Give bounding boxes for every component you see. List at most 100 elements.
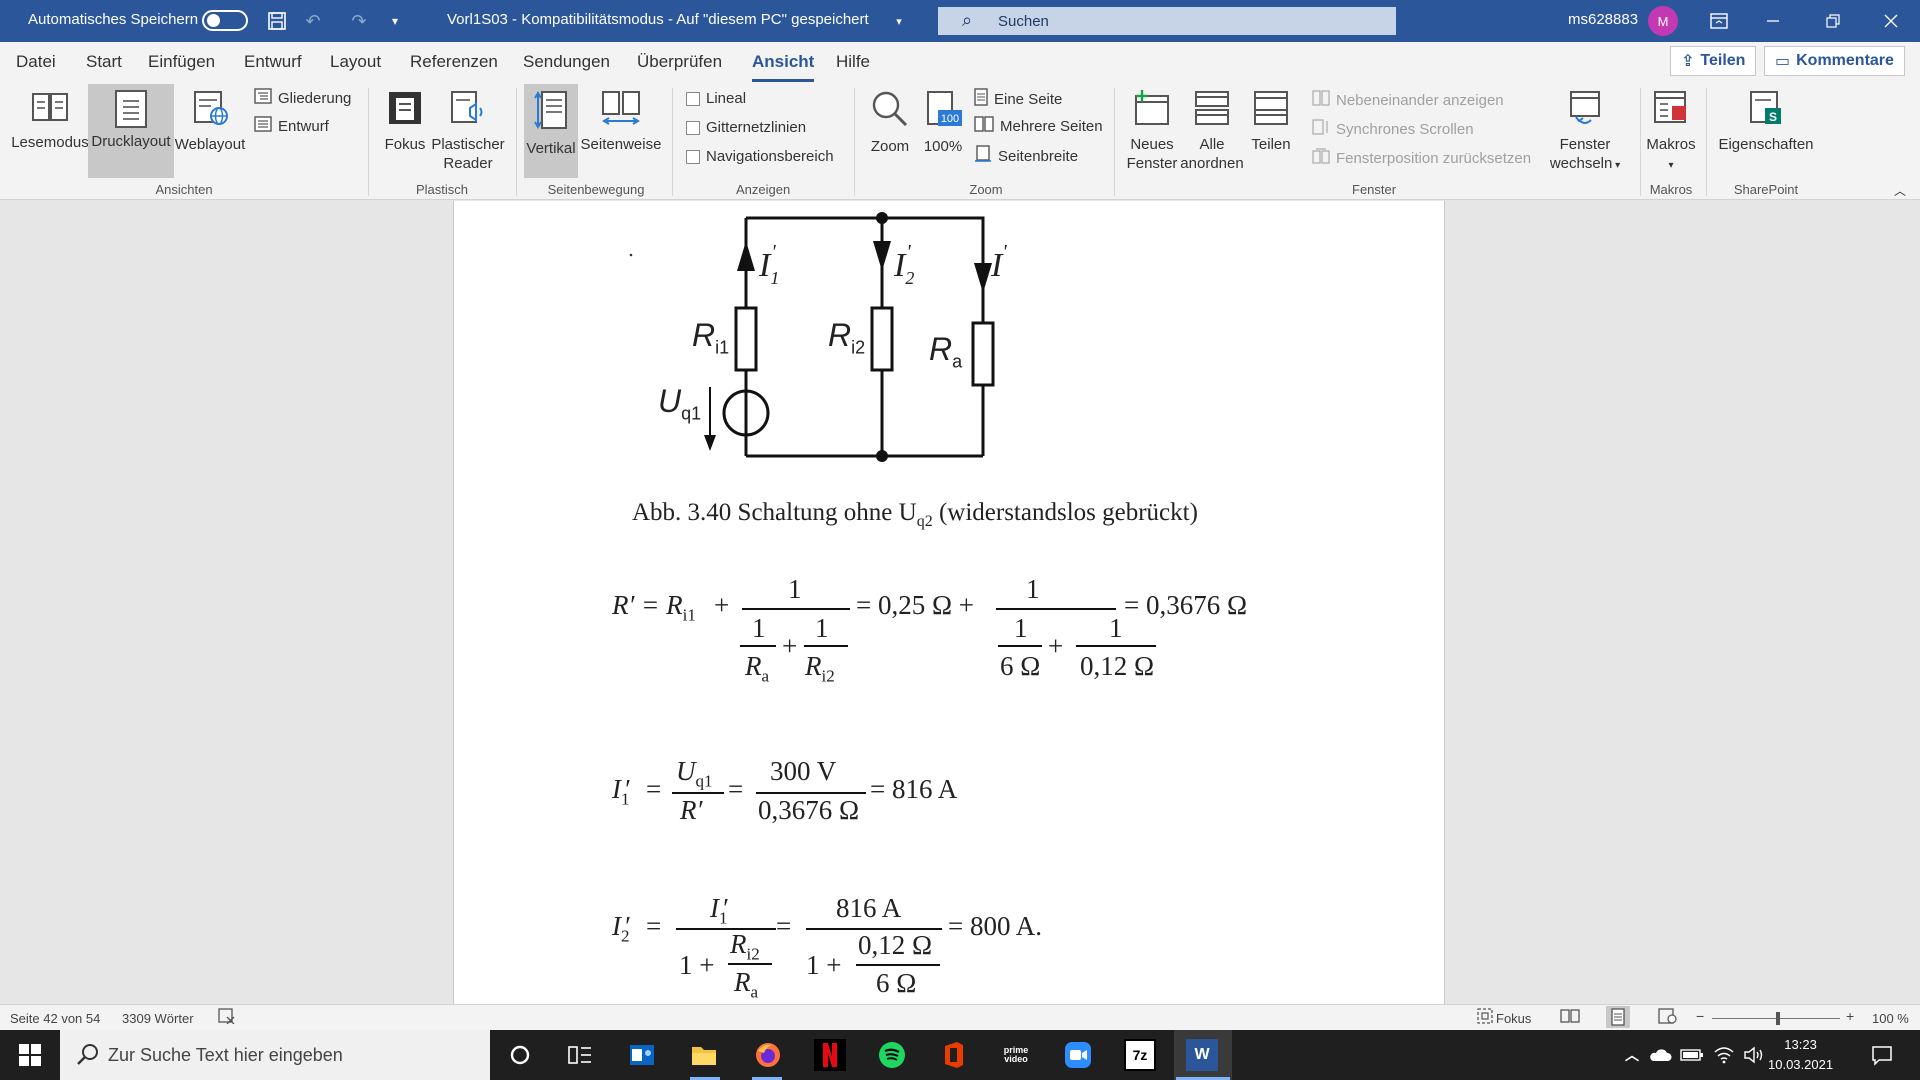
nebeneinander-button[interactable]: Nebeneinander anzeigen [1312,90,1504,110]
tab-ansicht[interactable]: Ansicht [752,52,815,82]
prime-video-icon[interactable]: prime video [1000,1039,1032,1071]
restore-icon[interactable] [1820,8,1846,34]
document-area[interactable]: I1' I2' I' Ri1 Ri2 Ra Uq1 Abb. 3.40 Scha… [0,201,1920,1004]
book-icon [10,90,90,129]
username[interactable]: ms628883 [1568,11,1638,28]
collapse-ribbon-icon[interactable]: ︿ [1894,182,1906,199]
windows-start-icon[interactable] [14,1039,46,1071]
group-plastisch: Plastisch [415,182,469,197]
share-icon: ⇪ [1681,53,1695,70]
neues-fenster-button[interactable]: Neues Fenster [1122,90,1182,173]
onedrive-icon[interactable] [1644,1039,1676,1071]
office-icon[interactable] [938,1039,970,1071]
tab-layout[interactable]: Layout [330,52,381,72]
tab-ueberpruefen[interactable]: Überprüfen [637,52,722,72]
notification-center-icon[interactable] [1866,1039,1898,1071]
weblayout-button[interactable]: Weblayout [174,90,246,154]
zoom-in-button[interactable]: + [1846,1008,1854,1024]
document-page[interactable]: I1' I2' I' Ri1 Ri2 Ra Uq1 Abb. 3.40 Scha… [453,201,1445,1004]
outlook-contacts-icon[interactable] [626,1039,658,1071]
fokus-button[interactable]: Fokus [382,90,428,154]
macros-icon [1646,90,1696,131]
task-view-icon[interactable] [564,1039,596,1071]
proofing-icon[interactable] [218,1008,236,1027]
search-box[interactable]: ⌕ Suchen [938,7,1396,35]
mehrere-seiten-button[interactable]: Mehrere Seiten [974,116,1103,136]
focus-mode-icon[interactable] [1476,1008,1494,1027]
reset-position-icon [1312,148,1330,168]
switch-windows-icon [1540,90,1630,131]
share-button[interactable]: ⇪ Teilen [1670,46,1757,76]
seitenbreite-button[interactable]: Seitenbreite [974,145,1078,167]
minimize-icon[interactable] [1760,8,1786,34]
word-icon[interactable]: W [1186,1039,1218,1071]
synchron-scroll-button[interactable]: Synchrones Scrollen [1312,119,1474,139]
ribbon-display-options-icon[interactable] [1706,8,1732,34]
immersive-reader-button[interactable]: Plastischer Reader [430,90,506,173]
seitenweise-label: Seitenweise [580,136,662,153]
navigationsbereich-checkbox[interactable]: Navigationsbereich [686,148,834,165]
print-layout-status-icon[interactable] [1606,1006,1630,1028]
autosave-toggle[interactable] [202,10,248,31]
alle-label-2: anordnen [1180,155,1244,172]
seitenweise-button[interactable]: Seitenweise [580,90,662,154]
cortana-icon[interactable] [504,1039,536,1071]
lineal-checkbox[interactable]: Lineal [686,90,746,107]
save-icon[interactable] [264,8,290,34]
fraction-bar [676,928,776,930]
tab-datei[interactable]: Datei [16,52,56,72]
eigenschaften-button[interactable]: S Eigenschaften [1716,90,1816,154]
gitternetzlinien-checkbox[interactable]: Gitternetzlinien [686,119,806,136]
mehrere-seiten-label: Mehrere Seiten [1000,117,1103,135]
redo-icon[interactable]: ↷ [346,8,372,34]
read-mode-icon[interactable] [1560,1008,1580,1027]
clock-date: 10.03.2021 [1768,1057,1834,1072]
wifi-icon[interactable] [1708,1039,1740,1071]
comments-button[interactable]: ▭ Kommentare [1764,46,1905,76]
battery-icon[interactable] [1676,1039,1708,1071]
file-explorer-icon[interactable] [688,1039,720,1071]
lesemodus-button[interactable]: Lesemodus [10,90,90,152]
spotify-icon[interactable] [876,1039,908,1071]
tab-hilfe[interactable]: Hilfe [836,52,870,72]
customize-toolbar-icon[interactable]: ▾ [382,8,408,34]
eine-seite-button[interactable]: Eine Seite [974,88,1062,110]
gliederung-button[interactable]: Gliederung [254,88,351,108]
volume-icon[interactable] [1738,1039,1770,1071]
tab-start[interactable]: Start [86,52,122,72]
title-dropdown-icon[interactable]: ▾ [886,8,912,34]
zoom-100-button[interactable]: 100 100% [918,90,968,156]
page-count[interactable]: Seite 42 von 54 [10,1011,100,1026]
entwurf-button[interactable]: Entwurf [254,116,329,136]
seitenbreite-label: Seitenbreite [998,147,1079,165]
fenster-wechseln-button[interactable]: Fenster wechseln ▾ [1540,90,1630,175]
undo-icon[interactable]: ↶ [300,8,326,34]
sharepoint-properties-icon: S [1716,90,1816,131]
tab-einfuegen[interactable]: Einfügen [148,52,215,72]
tab-entwurf[interactable]: Entwurf [244,52,302,72]
netflix-icon[interactable] [814,1039,846,1071]
teilen-window-button[interactable]: Teilen [1246,90,1296,154]
web-layout-status-icon[interactable] [1658,1008,1678,1027]
close-icon[interactable] [1878,8,1904,34]
alle-anordnen-button[interactable]: Alle anordnen [1178,90,1246,173]
fensterposition-button[interactable]: Fensterposition zurücksetzen [1312,148,1531,168]
vertikal-button[interactable]: Vertikal [524,84,578,178]
taskbar-clock[interactable]: 13:23 10.03.2021 [1768,1035,1833,1075]
zoom-level[interactable]: 100 % [1872,1011,1909,1026]
taskbar-search-input[interactable]: Zur Suche Text hier eingeben [60,1030,490,1080]
word-count[interactable]: 3309 Wörter [122,1011,194,1026]
firefox-icon[interactable] [752,1039,784,1071]
makros-button[interactable]: Makros ▾ [1646,90,1696,175]
zoom-button[interactable]: Zoom [864,90,916,156]
tab-referenzen[interactable]: Referenzen [410,52,498,72]
avatar[interactable]: M [1648,6,1678,36]
7zip-icon[interactable]: 7z [1124,1039,1156,1071]
zoom-out-button[interactable]: − [1696,1008,1704,1024]
zoom-app-icon[interactable] [1062,1039,1094,1071]
tab-sendungen[interactable]: Sendungen [523,52,610,72]
zoom-slider-handle[interactable] [1776,1012,1780,1025]
drucklayout-button[interactable]: Drucklayout [88,84,174,178]
makros-label: Makros [1646,136,1696,153]
focus-label[interactable]: Fokus [1496,1011,1531,1026]
